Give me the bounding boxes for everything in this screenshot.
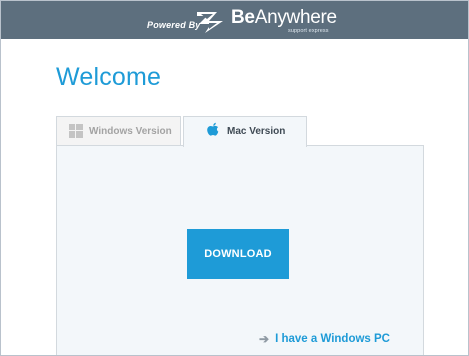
tab-mac-version[interactable]: Mac Version (183, 116, 307, 147)
windows-pc-link-label: I have a Windows PC (275, 333, 390, 345)
windows-pc-link[interactable]: ➔ I have a Windows PC (259, 332, 390, 346)
beanywhere-logo-icon (197, 12, 223, 33)
brand-bold-text: Be (231, 7, 255, 28)
page-title: Welcome (56, 63, 162, 91)
brand-logo-text: BeAnywhere (231, 8, 337, 28)
apple-icon (207, 122, 219, 136)
download-button[interactable]: DOWNLOAD (187, 229, 289, 279)
powered-by-label: Powered By (147, 20, 201, 30)
arrow-right-icon: ➔ (259, 332, 270, 346)
windows-icon (69, 124, 83, 138)
tab-windows-label: Windows Version (89, 126, 172, 137)
window-frame: Powered By BeAnywhere support express We… (0, 0, 469, 356)
tab-mac-label: Mac Version (227, 126, 286, 137)
brand-tagline: support express (288, 28, 329, 34)
brand-rest-text: Anywhere (254, 7, 337, 28)
header-bar: Powered By BeAnywhere support express (1, 1, 468, 39)
tab-windows-version[interactable]: Windows Version (56, 116, 181, 145)
